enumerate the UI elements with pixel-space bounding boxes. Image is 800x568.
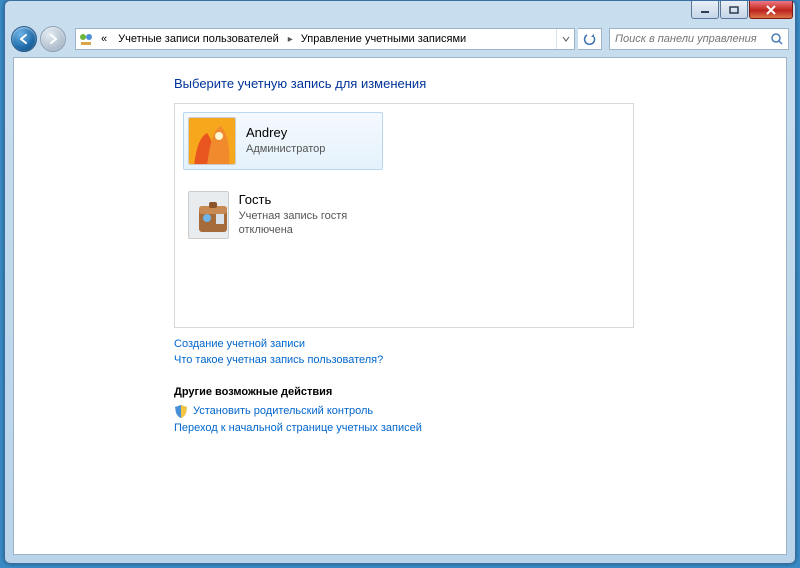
account-andrey[interactable]: Andrey Администратор	[183, 112, 383, 170]
back-button[interactable]	[11, 26, 37, 52]
account-role: Учетная запись гостя отключена	[239, 209, 378, 238]
links-block: Создание учетной записи Что такое учетна…	[174, 338, 786, 366]
link-whatis-account[interactable]: Что такое учетная запись пользователя?	[174, 354, 786, 366]
accounts-list: Andrey Администратор	[174, 103, 634, 328]
minimize-icon	[700, 6, 710, 14]
search-icon[interactable]	[766, 32, 788, 46]
shield-icon	[174, 404, 188, 418]
window-frame: « Учетные записи пользователей ▸ Управле…	[4, 0, 796, 564]
account-name: Гость	[239, 192, 378, 209]
close-button[interactable]	[749, 1, 793, 19]
breadcrumb-seg-users[interactable]: Учетные записи пользователей	[113, 29, 285, 49]
refresh-button[interactable]	[578, 28, 602, 50]
refresh-icon	[583, 32, 597, 46]
maximize-icon	[729, 6, 739, 14]
account-name: Andrey	[246, 125, 325, 142]
content-area: Выберите учетную запись для изменения An…	[13, 57, 787, 555]
avatar-andrey	[188, 117, 236, 165]
back-arrow-icon	[17, 32, 31, 46]
close-icon	[765, 5, 777, 15]
chevron-down-icon	[562, 35, 570, 43]
forward-arrow-icon	[46, 32, 60, 46]
link-parental-control-row[interactable]: Установить родительский контроль	[174, 404, 786, 418]
account-text: Andrey Администратор	[246, 125, 325, 156]
breadcrumb-dropdown[interactable]	[556, 29, 574, 49]
chevron-right-icon: ▸	[285, 34, 296, 45]
forward-button[interactable]	[40, 26, 66, 52]
search-box[interactable]	[609, 28, 789, 50]
maximize-button[interactable]	[720, 1, 748, 19]
account-guest[interactable]: Гость Учетная запись гостя отключена	[183, 186, 383, 244]
link-parental-control[interactable]: Установить родительский контроль	[193, 405, 373, 417]
nav-bar: « Учетные записи пользователей ▸ Управле…	[5, 23, 795, 55]
breadcrumb[interactable]: « Учетные записи пользователей ▸ Управле…	[75, 28, 575, 50]
link-goto-accounts-home[interactable]: Переход к начальной странице учетных зап…	[174, 422, 786, 434]
page-heading: Выберите учетную запись для изменения	[174, 76, 786, 91]
title-bar	[5, 1, 795, 23]
breadcrumb-back-chev[interactable]: «	[96, 29, 113, 49]
minimize-button[interactable]	[691, 1, 719, 19]
control-panel-icon	[76, 29, 96, 49]
search-input[interactable]	[610, 33, 766, 45]
avatar-guest	[188, 191, 229, 239]
breadcrumb-seg-manage[interactable]: Управление учетными записями	[296, 29, 472, 49]
other-actions-title: Другие возможные действия	[174, 386, 786, 398]
account-role: Администратор	[246, 142, 325, 156]
account-text: Гость Учетная запись гостя отключена	[239, 192, 378, 237]
link-create-account[interactable]: Создание учетной записи	[174, 338, 786, 350]
